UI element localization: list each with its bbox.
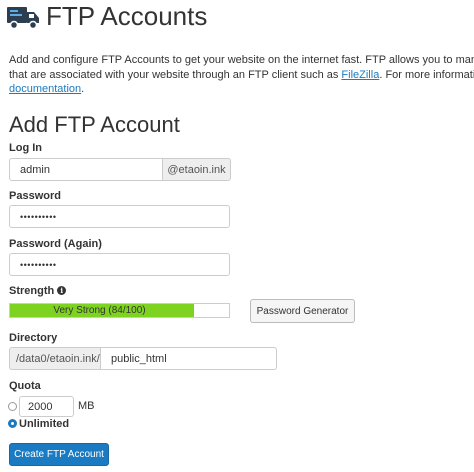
- quota-unlimited-radio[interactable]: [8, 419, 17, 428]
- directory-input[interactable]: public_html: [100, 347, 277, 370]
- quota-label: Quota: [9, 380, 41, 392]
- truck-icon: [7, 7, 39, 30]
- description-line-3-suffix: .: [81, 83, 85, 95]
- description-line-2-suffix: . For more information, read the: [379, 68, 474, 81]
- password-again-input[interactable]: ••••••••••: [9, 253, 230, 276]
- description-line-2: that are associated with your website th…: [9, 68, 342, 81]
- strength-meter: Very Strong (84/100): [9, 303, 230, 318]
- section-title: Add FTP Account: [9, 112, 180, 137]
- password-again-label: Password (Again): [9, 238, 102, 250]
- strength-label-row: Strength i: [9, 285, 67, 298]
- page-description: Add and configure FTP Accounts to get yo…: [9, 53, 474, 97]
- directory-prefix-addon: /data0/etaoin.ink/: [9, 347, 101, 370]
- password-input[interactable]: ••••••••••: [9, 205, 230, 228]
- password-generator-button[interactable]: Password Generator: [250, 299, 355, 323]
- create-ftp-account-button[interactable]: Create FTP Account: [9, 443, 109, 466]
- quota-unlimited-label: Unlimited: [19, 418, 70, 430]
- password-label: Password: [9, 190, 61, 202]
- quota-input[interactable]: 2000: [19, 396, 74, 417]
- page-title: FTP Accounts: [46, 1, 208, 31]
- documentation-link[interactable]: documentation: [9, 83, 81, 95]
- filezilla-link[interactable]: FileZilla: [341, 69, 379, 81]
- directory-label: Directory: [9, 332, 58, 344]
- description-line-1: Add and configure FTP Accounts to get yo…: [9, 54, 474, 66]
- strength-label: Strength: [9, 285, 55, 297]
- login-input[interactable]: admin: [9, 158, 163, 181]
- login-domain-addon: @etaoin.ink: [162, 158, 231, 181]
- info-icon[interactable]: i: [57, 286, 67, 295]
- quota-unit: MB: [78, 400, 95, 412]
- quota-limited-radio[interactable]: [8, 402, 17, 411]
- strength-meter-text: Very Strong (84/100): [53, 305, 146, 316]
- login-label: Log In: [9, 142, 42, 154]
